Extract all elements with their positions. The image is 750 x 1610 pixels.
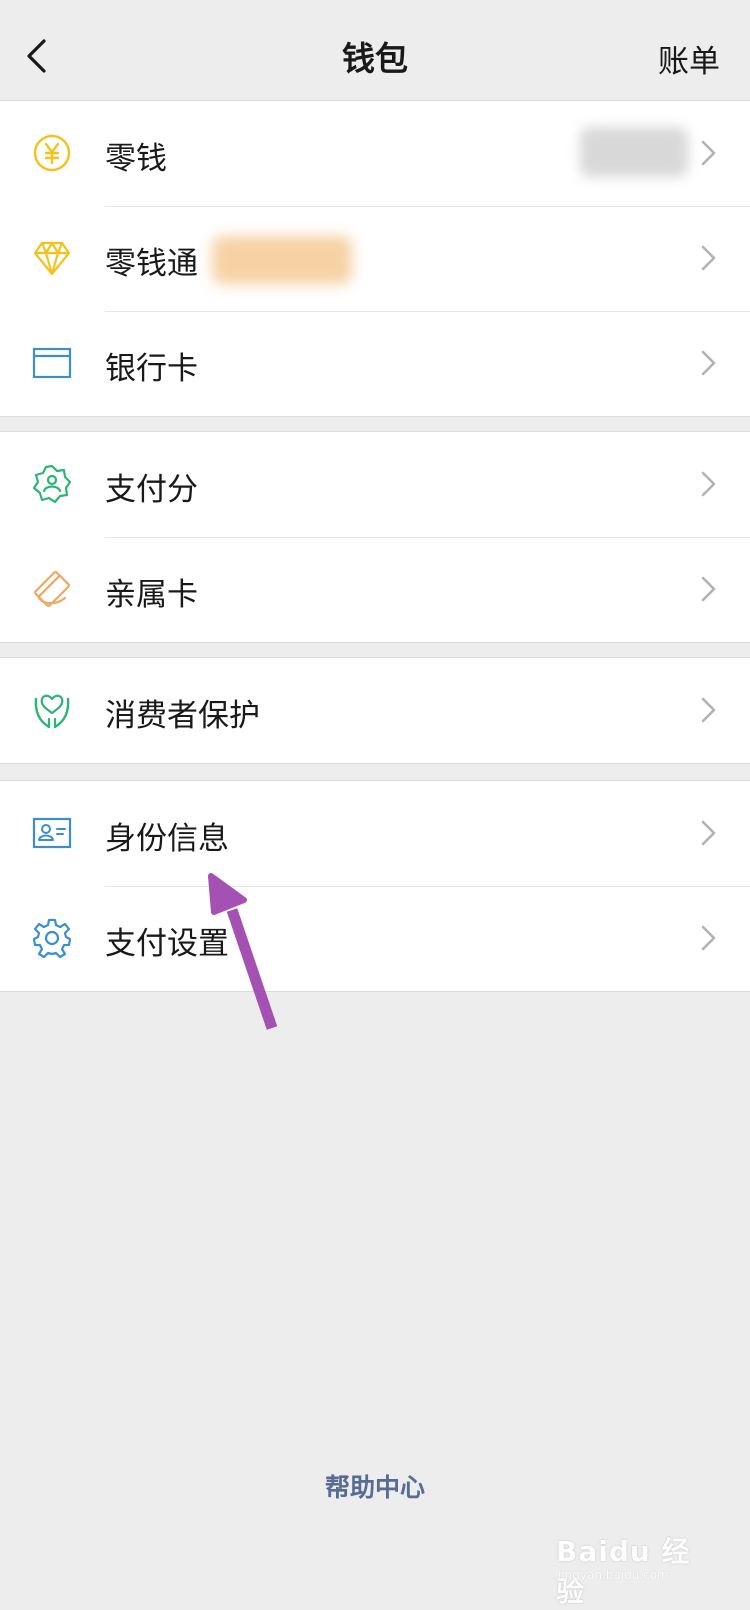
- balance-amount-blurred: [580, 127, 688, 177]
- protect-hands-icon: [30, 688, 74, 732]
- coin-yen-icon: [30, 131, 74, 175]
- page-title: 钱包: [342, 39, 408, 78]
- wallet-group-settings: 身份信息 支付设置: [0, 780, 750, 992]
- menu-item-label: 零钱通: [105, 246, 198, 282]
- menu-item-label: 零钱: [105, 141, 167, 177]
- menu-item-lingqiantong[interactable]: 零钱通: [0, 206, 750, 311]
- menu-item-balance[interactable]: 零钱: [0, 101, 750, 206]
- baidu-jingyan-watermark: Baidu 经验 jingyan.baidu.com: [556, 1530, 706, 1608]
- chevron-right-icon: [701, 925, 716, 951]
- gear-icon: [30, 916, 74, 960]
- menu-item-payment-settings[interactable]: 支付设置: [0, 886, 750, 991]
- chevron-right-icon: [701, 471, 716, 497]
- nav-bar: 钱包 账单: [0, 0, 750, 102]
- diamond-icon: [30, 236, 74, 280]
- wallet-group-credit: 支付分 亲属卡: [0, 431, 750, 643]
- menu-item-label: 支付设置: [105, 926, 229, 962]
- menu-item-family-card[interactable]: 亲属卡: [0, 537, 750, 642]
- menu-item-identity-info[interactable]: 身份信息: [0, 781, 750, 886]
- menu-item-bank-card[interactable]: 银行卡: [0, 311, 750, 416]
- help-center-link[interactable]: 帮助中心: [0, 1468, 750, 1504]
- bill-button[interactable]: 账单: [658, 36, 720, 81]
- menu-item-label: 亲属卡: [105, 577, 198, 613]
- chevron-right-icon: [701, 576, 716, 602]
- watermark-url: jingyan.baidu.com: [558, 1568, 669, 1582]
- pay-score-badge-icon: [30, 462, 74, 506]
- id-card-icon: [30, 811, 74, 855]
- chevron-left-icon: [27, 39, 46, 73]
- menu-item-label: 消费者保护: [105, 698, 260, 734]
- menu-item-pay-score[interactable]: 支付分: [0, 432, 750, 537]
- bank-card-icon: [30, 341, 74, 385]
- chevron-right-icon: [701, 697, 716, 723]
- chevron-right-icon: [701, 245, 716, 271]
- family-card-icon: [30, 567, 74, 611]
- lingqiantong-amount-blurred: [212, 236, 352, 284]
- wallet-group-protection: 消费者保护: [0, 657, 750, 764]
- chevron-right-icon: [701, 350, 716, 376]
- back-button[interactable]: [20, 36, 52, 76]
- wallet-group-balance: 零钱 零钱通 银行卡: [0, 100, 750, 417]
- chevron-right-icon: [701, 140, 716, 166]
- chevron-right-icon: [701, 820, 716, 846]
- menu-item-label: 银行卡: [105, 351, 198, 387]
- menu-item-consumer-protection[interactable]: 消费者保护: [0, 658, 750, 763]
- menu-item-label: 身份信息: [105, 821, 229, 857]
- menu-item-label: 支付分: [105, 472, 198, 508]
